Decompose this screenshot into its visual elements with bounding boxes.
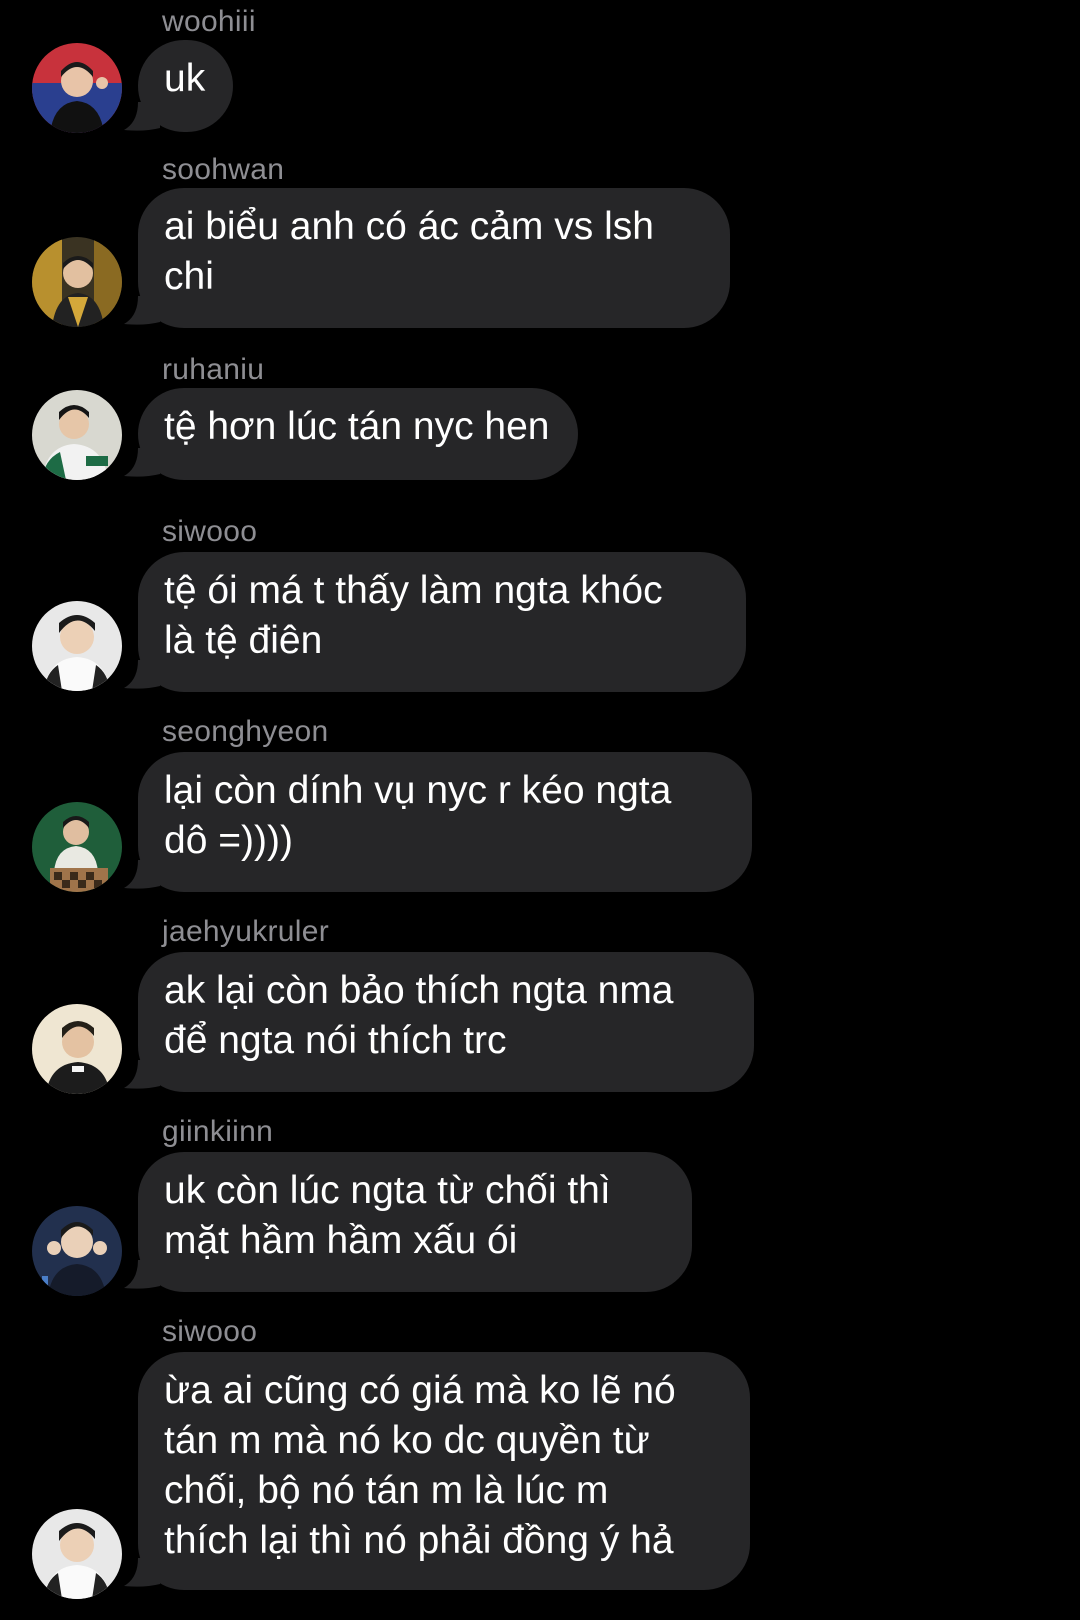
avatar[interactable] [32, 1206, 122, 1296]
message-bubble[interactable]: tệ hơn lúc tán nyc hen [138, 388, 578, 480]
chat-thread: woohiii uk soohwan ai biểu anh có ác cảm… [0, 0, 1080, 1620]
sender-name: jaehyukruler [162, 915, 330, 948]
bubble-tail [124, 296, 160, 325]
sender-name: siwooo [162, 515, 258, 548]
sender-name: seonghyeon [162, 715, 329, 748]
sender-name: siwooo [162, 1315, 258, 1348]
message-group: ruhaniu tệ hơn lúc tán nyc hen [0, 350, 1080, 490]
message-bubble[interactable]: uk còn lúc ngta từ chối thì mặt hầm hầm … [138, 1152, 692, 1292]
bubble-tail [124, 1260, 160, 1289]
message-bubble[interactable]: ak lại còn bảo thích ngta nma để ngta nó… [138, 952, 754, 1092]
message-bubble[interactable]: tệ ói má t thấy làm ngta khóc là tệ điên [138, 552, 746, 692]
avatar[interactable] [32, 237, 122, 327]
profile-photo-icon [32, 1206, 122, 1296]
avatar[interactable] [32, 1004, 122, 1094]
sender-name: ruhaniu [162, 353, 265, 386]
message-group: woohiii uk [0, 0, 1080, 140]
profile-photo-icon [32, 601, 122, 691]
bubble-tail [124, 660, 160, 689]
avatar[interactable] [32, 43, 122, 133]
bubble-tail [124, 1060, 160, 1089]
message-bubble[interactable]: lại còn dính vụ nyc r kéo ngta dô =)))) [138, 752, 752, 892]
profile-photo-icon [32, 1004, 122, 1094]
bubble-tail [124, 448, 160, 477]
profile-photo-icon [32, 43, 122, 133]
avatar[interactable] [32, 390, 122, 480]
bubble-tail [124, 1558, 160, 1587]
bubble-tail [124, 860, 160, 889]
avatar[interactable] [32, 601, 122, 691]
profile-photo-icon [32, 1509, 122, 1599]
profile-photo-icon [32, 237, 122, 327]
avatar[interactable] [32, 802, 122, 892]
bubble-tail [124, 102, 160, 131]
sender-name: woohiii [162, 5, 256, 38]
message-group: siwooo ừa ai cũng có giá mà ko lẽ nó tán… [0, 1300, 1080, 1610]
message-group: seonghyeon lại còn dính vụ nyc r kéo ngt… [0, 700, 1080, 892]
profile-photo-icon [32, 390, 122, 480]
avatar[interactable] [32, 1509, 122, 1599]
sender-name: giinkiinn [162, 1115, 274, 1148]
message-bubble[interactable]: ừa ai cũng có giá mà ko lẽ nó tán m mà n… [138, 1352, 750, 1590]
sender-name: soohwan [162, 153, 285, 186]
message-bubble[interactable]: ai biểu anh có ác cảm vs lsh chi [138, 188, 730, 328]
message-group: soohwan ai biểu anh có ác cảm vs lsh chi [0, 150, 1080, 340]
message-group: siwooo tệ ói má t thấy làm ngta khóc là … [0, 500, 1080, 692]
message-group: giinkiinn uk còn lúc ngta từ chối thì mặ… [0, 1100, 1080, 1296]
message-group: jaehyukruler ak lại còn bảo thích ngta n… [0, 900, 1080, 1094]
profile-photo-icon [32, 802, 122, 892]
